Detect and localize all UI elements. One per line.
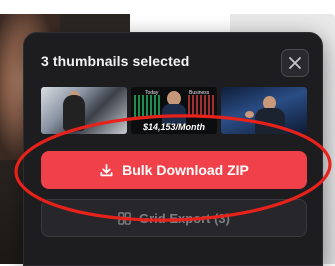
thumbnail-1[interactable] <box>41 87 127 134</box>
thumbnail-2[interactable]: Today Business $14,153/Month <box>131 87 217 134</box>
grid-export-button[interactable]: Grid Export (3) <box>41 199 307 237</box>
close-icon <box>289 57 301 69</box>
thumbnail-person-body <box>63 95 85 131</box>
thumbnail-tag-left: Today <box>145 90 159 96</box>
thumbnail-person-hand <box>245 111 254 118</box>
download-icon <box>100 163 113 176</box>
close-button[interactable] <box>281 49 309 77</box>
thumbnail-chart-green <box>134 95 160 117</box>
thumbnail-3[interactable] <box>221 87 307 134</box>
bulk-download-zip-button[interactable]: Bulk Download ZIP <box>41 151 307 189</box>
thumbnail-caption: $14,153/Month <box>142 122 206 132</box>
grid-icon <box>118 211 131 225</box>
thumbnail-person-body <box>255 108 285 134</box>
grid-export-label: Grid Export (3) <box>138 210 230 226</box>
thumbnail-person-body <box>162 104 186 124</box>
thumbnail-strip: Today Business $14,153/Month <box>41 87 307 134</box>
bulk-download-zip-label: Bulk Download ZIP <box>122 162 249 178</box>
thumbnail-tag-right: Business <box>189 90 210 96</box>
selection-popup: 3 thumbnails selected Today Business $14… <box>23 32 323 266</box>
popup-title: 3 thumbnails selected <box>41 53 190 69</box>
thumbnail-chart-red <box>188 95 214 117</box>
